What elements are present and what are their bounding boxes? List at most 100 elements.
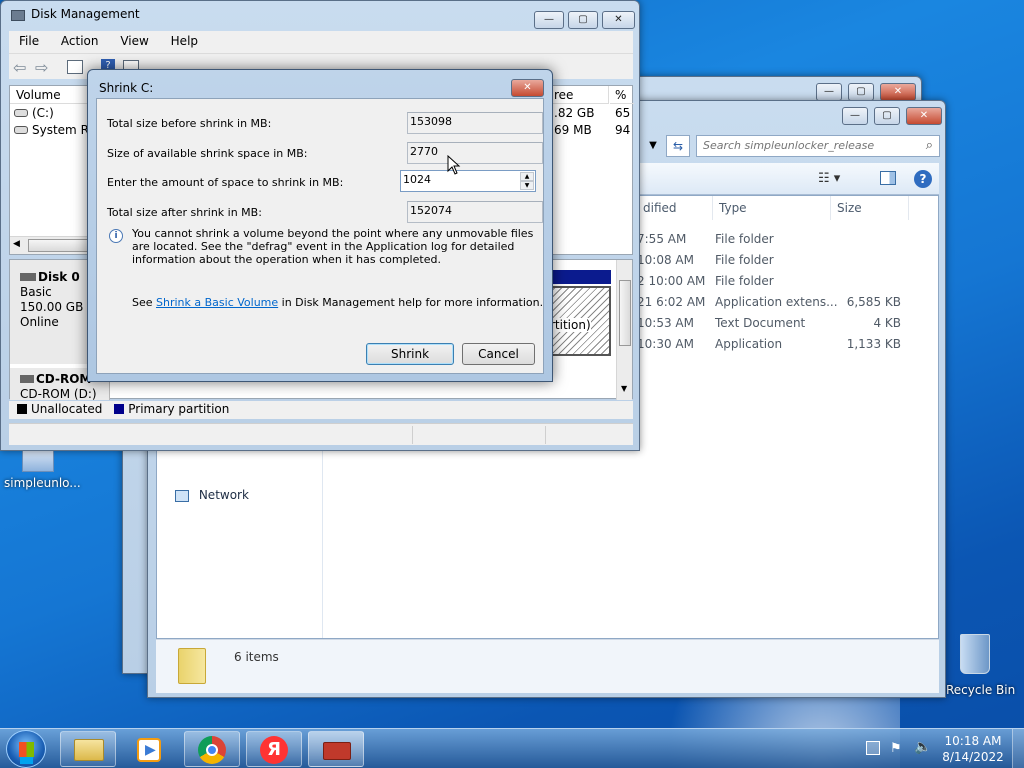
info-text: You cannot shrink a volume beyond the po…: [132, 227, 534, 266]
menu-action[interactable]: Action: [61, 34, 99, 48]
file-date-modified: 7:55 AM: [637, 232, 687, 246]
folder-icon: [22, 450, 54, 472]
column-date-modified[interactable]: dified: [637, 196, 713, 220]
windows-logo-icon: [19, 742, 34, 757]
legend-swatch-unallocated: [17, 404, 27, 414]
title-bar[interactable]: Disk Management — ▢ ✕: [1, 1, 639, 29]
file-date-modified: 10:08 AM: [637, 253, 694, 267]
file-date-modified: 10:53 AM: [637, 316, 694, 330]
network-tray-icon[interactable]: [866, 741, 880, 755]
legend-label: Primary partition: [128, 402, 230, 416]
maximize-button[interactable]: ▢: [848, 83, 874, 101]
volume-percent-free: 65: [615, 106, 631, 120]
taskbar-media-player-button[interactable]: ▶: [122, 731, 178, 767]
action-center-icon[interactable]: ⚑: [890, 741, 902, 756]
column-size[interactable]: Size: [831, 196, 909, 220]
volume-row[interactable]: (C:): [14, 106, 54, 120]
desktop-icon-simpleunlocker[interactable]: simpleunlo...: [2, 446, 81, 496]
shrink-dialog[interactable]: Shrink C: ✕ Total size before shrink in …: [87, 69, 553, 382]
amount-spinbox[interactable]: ▲ ▼: [400, 170, 536, 192]
forward-icon[interactable]: ⇨: [35, 58, 48, 77]
legend-bar: Unallocated Primary partition: [9, 401, 633, 419]
column-label: % F: [615, 88, 627, 103]
shrink-button[interactable]: Shrink: [366, 343, 454, 365]
vertical-scrollbar[interactable]: ▼: [616, 260, 632, 400]
toolbox-icon: [323, 742, 351, 760]
volume-column-header[interactable]: Volume: [10, 86, 90, 104]
close-button[interactable]: ✕: [906, 107, 942, 125]
menu-help[interactable]: Help: [171, 34, 198, 48]
volume-percent-free: 94: [615, 123, 631, 137]
menu-file[interactable]: File: [19, 34, 39, 48]
total-after-value: 152074: [407, 201, 543, 223]
preview-pane-icon[interactable]: [880, 171, 896, 185]
help-icon[interactable]: ?: [914, 170, 932, 188]
search-icon[interactable]: ⌕: [926, 138, 933, 153]
close-button[interactable]: ✕: [602, 11, 635, 29]
start-button[interactable]: [6, 730, 46, 768]
show-desktop-button[interactable]: [1012, 729, 1024, 768]
column-label: Type: [719, 201, 747, 215]
desktop-icon-recycle-bin[interactable]: Recycle Bin: [944, 630, 1024, 700]
file-type: Application: [715, 337, 783, 351]
menu-view[interactable]: View: [120, 34, 148, 48]
file-type: File folder: [715, 253, 774, 267]
amount-label: Enter the amount of space to shrink in M…: [107, 176, 344, 189]
views-icon[interactable]: ☷ ▾: [818, 171, 840, 186]
clock[interactable]: 10:18 AM 8/14/2022: [940, 733, 1006, 765]
status-bar: [9, 423, 633, 445]
nav-item-network[interactable]: Network: [175, 488, 249, 506]
search-box[interactable]: ⌕: [696, 135, 940, 157]
file-type: Text Document: [715, 316, 806, 330]
scroll-down-arrow[interactable]: ▼: [621, 384, 627, 393]
taskbar-explorer-button[interactable]: [60, 731, 116, 767]
search-input[interactable]: [703, 139, 908, 152]
partition-header-bar: [546, 270, 611, 284]
cancel-button[interactable]: Cancel: [462, 343, 535, 365]
volume-icon[interactable]: 🔈: [914, 739, 931, 755]
minimize-button[interactable]: —: [816, 83, 842, 101]
network-icon: [175, 489, 189, 502]
close-button[interactable]: ✕: [880, 83, 916, 101]
scroll-left-arrow[interactable]: ◀: [13, 239, 20, 249]
scroll-thumb[interactable]: [619, 280, 631, 346]
spin-down-button[interactable]: ▼: [520, 181, 534, 190]
minimize-button[interactable]: —: [842, 107, 868, 125]
help-link[interactable]: Shrink a Basic Volume: [156, 296, 278, 309]
file-date-modified: 21 6:02 AM: [637, 295, 706, 309]
taskbar-yandex-button[interactable]: Я: [246, 731, 302, 767]
spin-up-button[interactable]: ▲: [520, 172, 534, 181]
back-icon[interactable]: ⇦: [13, 58, 26, 77]
partition-c[interactable]: rtition): [546, 286, 611, 356]
volume-free-space: .82 GB: [554, 106, 595, 120]
console-tree-icon[interactable]: [67, 60, 83, 74]
help-suffix: in Disk Management help for more informa…: [278, 296, 544, 309]
file-size: 4 KB: [873, 316, 901, 330]
column-type[interactable]: Type: [713, 196, 831, 220]
taskbar-disk-management-button[interactable]: [308, 731, 364, 767]
folder-icon: [74, 739, 104, 761]
taskbar: ▶ Я ⚑ 🔈 10:18 AM 8/14/2022: [0, 728, 1024, 768]
legend-label: Unallocated: [31, 402, 103, 416]
clock-time: 10:18 AM: [944, 734, 1002, 748]
maximize-button[interactable]: ▢: [874, 107, 900, 125]
available-shrink-label: Size of available shrink space in MB:: [107, 147, 308, 160]
address-dropdown-arrow[interactable]: ▼: [644, 135, 662, 157]
minimize-button[interactable]: —: [534, 11, 564, 29]
column-label: ree Spa...: [554, 88, 588, 103]
desktop-icon-label: Recycle Bin: [946, 683, 1016, 697]
available-shrink-value: 2770: [407, 142, 543, 164]
file-type: File folder: [715, 274, 774, 288]
maximize-button[interactable]: ▢: [568, 11, 598, 29]
taskbar-chrome-button[interactable]: [184, 731, 240, 767]
folder-icon: [178, 648, 206, 684]
drive-icon: [14, 109, 28, 117]
info-icon: i: [109, 229, 123, 243]
percent-free-column-header[interactable]: % F: [610, 86, 634, 104]
refresh-button[interactable]: ⇆: [666, 135, 690, 157]
total-before-value: 153098: [407, 112, 543, 134]
free-space-column-header[interactable]: ree Spa...: [553, 86, 609, 104]
close-button[interactable]: ✕: [511, 79, 544, 97]
file-date-modified: 10:30 AM: [637, 337, 694, 351]
total-after-label: Total size after shrink in MB:: [107, 206, 262, 219]
